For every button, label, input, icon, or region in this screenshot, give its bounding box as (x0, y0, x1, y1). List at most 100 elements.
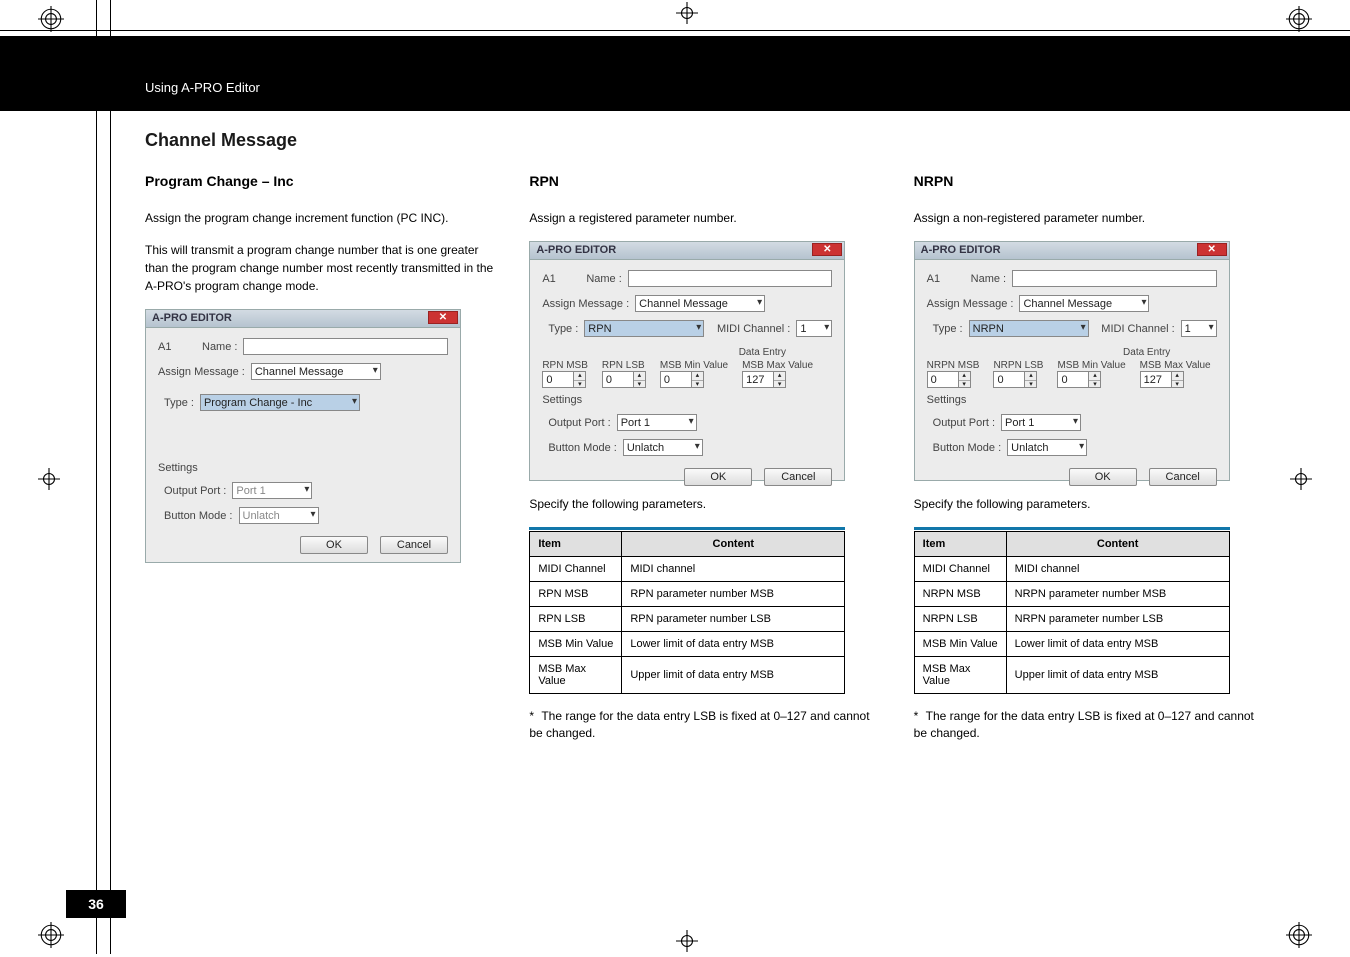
spinner-buttons[interactable]: ▴▾ (634, 371, 646, 388)
crop-line-top (0, 30, 1350, 31)
button-mode-label: Button Mode : (548, 442, 617, 454)
nrpn-lsb-spin[interactable]: 0 (993, 371, 1025, 388)
type-label: Type : (164, 397, 194, 409)
paragraph: Assign a non-registered parameter number… (914, 209, 1270, 227)
assign-label: Assign Message : (542, 298, 629, 310)
table-row: RPN MSBRPN parameter number MSB (530, 582, 845, 607)
close-icon[interactable]: ✕ (428, 311, 458, 324)
cross-mark-icon (38, 468, 60, 490)
cancel-button[interactable]: Cancel (764, 468, 832, 486)
output-port-combo[interactable]: Port 1 (1001, 414, 1081, 431)
midi-channel-combo[interactable]: 1 (1181, 320, 1217, 337)
msb-min-spin[interactable]: 0 (660, 371, 692, 388)
dialog-body: A1 Name : Assign Message : Channel Messa… (530, 260, 844, 480)
output-port-label: Output Port : (933, 417, 995, 429)
table-row: NRPN MSBNRPN parameter number MSB (914, 582, 1229, 607)
button-mode-label: Button Mode : (164, 510, 233, 522)
assign-message-combo[interactable]: Channel Message (635, 295, 765, 312)
assign-message-combo[interactable]: Channel Message (251, 363, 381, 380)
output-port-combo[interactable]: Port 1 (232, 482, 312, 499)
rpn-lsb-spin[interactable]: 0 (602, 371, 634, 388)
cross-mark-icon (676, 930, 698, 952)
msb-max-spin[interactable]: 127 (1140, 371, 1172, 388)
name-input[interactable] (628, 270, 833, 287)
midi-channel-combo[interactable]: 1 (796, 320, 832, 337)
ok-button[interactable]: OK (300, 536, 368, 554)
spinner-buttons[interactable]: ▴▾ (1089, 371, 1101, 388)
spinner-buttons[interactable]: ▴▾ (692, 371, 704, 388)
type-combo[interactable]: NRPN (969, 320, 1089, 337)
rpn-param-table: Item Content MIDI ChannelMIDI channel RP… (529, 531, 845, 694)
registration-mark-icon (38, 6, 64, 32)
slot-label: A1 (542, 273, 566, 285)
table-row: MSB Max ValueUpper limit of data entry M… (914, 657, 1229, 694)
paragraph: Specify the following parameters. (529, 495, 885, 513)
button-mode-combo[interactable]: Unlatch (239, 507, 319, 524)
assign-label: Assign Message : (927, 298, 1014, 310)
settings-label: Settings (927, 394, 967, 406)
ok-button[interactable]: OK (684, 468, 752, 486)
output-port-combo[interactable]: Port 1 (617, 414, 697, 431)
dialog-rpn: A-PRO EDITOR ✕ A1 Name : Assign Message … (529, 241, 845, 481)
spinner-buttons[interactable]: ▴▾ (1172, 371, 1184, 388)
name-input[interactable] (1012, 270, 1217, 287)
table-row: MSB Min ValueLower limit of data entry M… (530, 632, 845, 657)
close-icon[interactable]: ✕ (812, 243, 842, 256)
nrpn-msb-spin[interactable]: 0 (927, 371, 959, 388)
footnote: *The range for the data entry LSB is fix… (529, 708, 885, 743)
spinner-buttons[interactable]: ▴▾ (774, 371, 786, 388)
msb-max-label: MSB Max Value (742, 360, 813, 371)
button-mode-label: Button Mode : (933, 442, 1002, 454)
dialog-body: A1 Name : Assign Message : Channel Messa… (915, 260, 1229, 480)
table-header: Content (1006, 532, 1229, 557)
output-port-label: Output Port : (164, 485, 226, 497)
name-label: Name : (202, 341, 237, 353)
type-label: Type : (933, 323, 963, 335)
dialog-titlebar: A-PRO EDITOR ✕ (530, 242, 844, 260)
spinner-buttons[interactable]: ▴▾ (574, 371, 586, 388)
ok-button[interactable]: OK (1069, 468, 1137, 486)
spinner-buttons[interactable]: ▴▾ (1025, 371, 1037, 388)
dialog-nrpn: A-PRO EDITOR ✕ A1 Name : Assign Message … (914, 241, 1230, 481)
rpn-msb-label: RPN MSB (542, 360, 588, 371)
crop-line-left-a (96, 0, 97, 954)
type-label: Type : (548, 323, 578, 335)
table-row: NRPN LSBNRPN parameter number LSB (914, 607, 1229, 632)
cross-mark-icon (676, 2, 698, 24)
h2: Program Change – Inc (145, 173, 501, 189)
cancel-button[interactable]: Cancel (1149, 468, 1217, 486)
spinner-buttons[interactable]: ▴▾ (959, 371, 971, 388)
cancel-button[interactable]: Cancel (380, 536, 448, 554)
dialog-titlebar: A-PRO EDITOR ✕ (146, 310, 460, 328)
dialog-titlebar: A-PRO EDITOR ✕ (915, 242, 1229, 260)
page-heading: Channel Message (145, 130, 1270, 151)
close-icon[interactable]: ✕ (1197, 243, 1227, 256)
nrpn-param-table: Item Content MIDI ChannelMIDI channel NR… (914, 531, 1230, 694)
msb-max-spin[interactable]: 127 (742, 371, 774, 388)
button-mode-combo[interactable]: Unlatch (623, 439, 703, 456)
paragraph: This will transmit a program change numb… (145, 241, 501, 295)
assign-label: Assign Message : (158, 366, 245, 378)
h2: NRPN (914, 173, 1270, 189)
data-entry-label: Data Entry (692, 347, 832, 358)
table-row: RPN LSBRPN parameter number LSB (530, 607, 845, 632)
h2: RPN (529, 173, 885, 189)
paragraph: Assign the program change increment func… (145, 209, 501, 227)
footnote: *The range for the data entry LSB is fix… (914, 708, 1270, 743)
nrpn-lsb-label: NRPN LSB (993, 360, 1043, 371)
rpn-msb-spin[interactable]: 0 (542, 371, 574, 388)
type-combo[interactable]: Program Change - Inc (200, 394, 360, 411)
msb-min-label: MSB Min Value (1057, 360, 1125, 371)
settings-label: Settings (158, 462, 198, 474)
msb-min-spin[interactable]: 0 (1057, 371, 1089, 388)
midi-channel-label: MIDI Channel : (717, 323, 790, 335)
dialog-title: A-PRO EDITOR (921, 244, 1001, 256)
button-mode-combo[interactable]: Unlatch (1007, 439, 1087, 456)
cross-mark-icon (1290, 468, 1312, 490)
name-input[interactable] (243, 338, 448, 355)
registration-mark-icon (38, 922, 64, 948)
type-combo[interactable]: RPN (584, 320, 704, 337)
assign-message-combo[interactable]: Channel Message (1019, 295, 1149, 312)
dialog-title: A-PRO EDITOR (152, 312, 232, 324)
msb-min-label: MSB Min Value (660, 360, 728, 371)
